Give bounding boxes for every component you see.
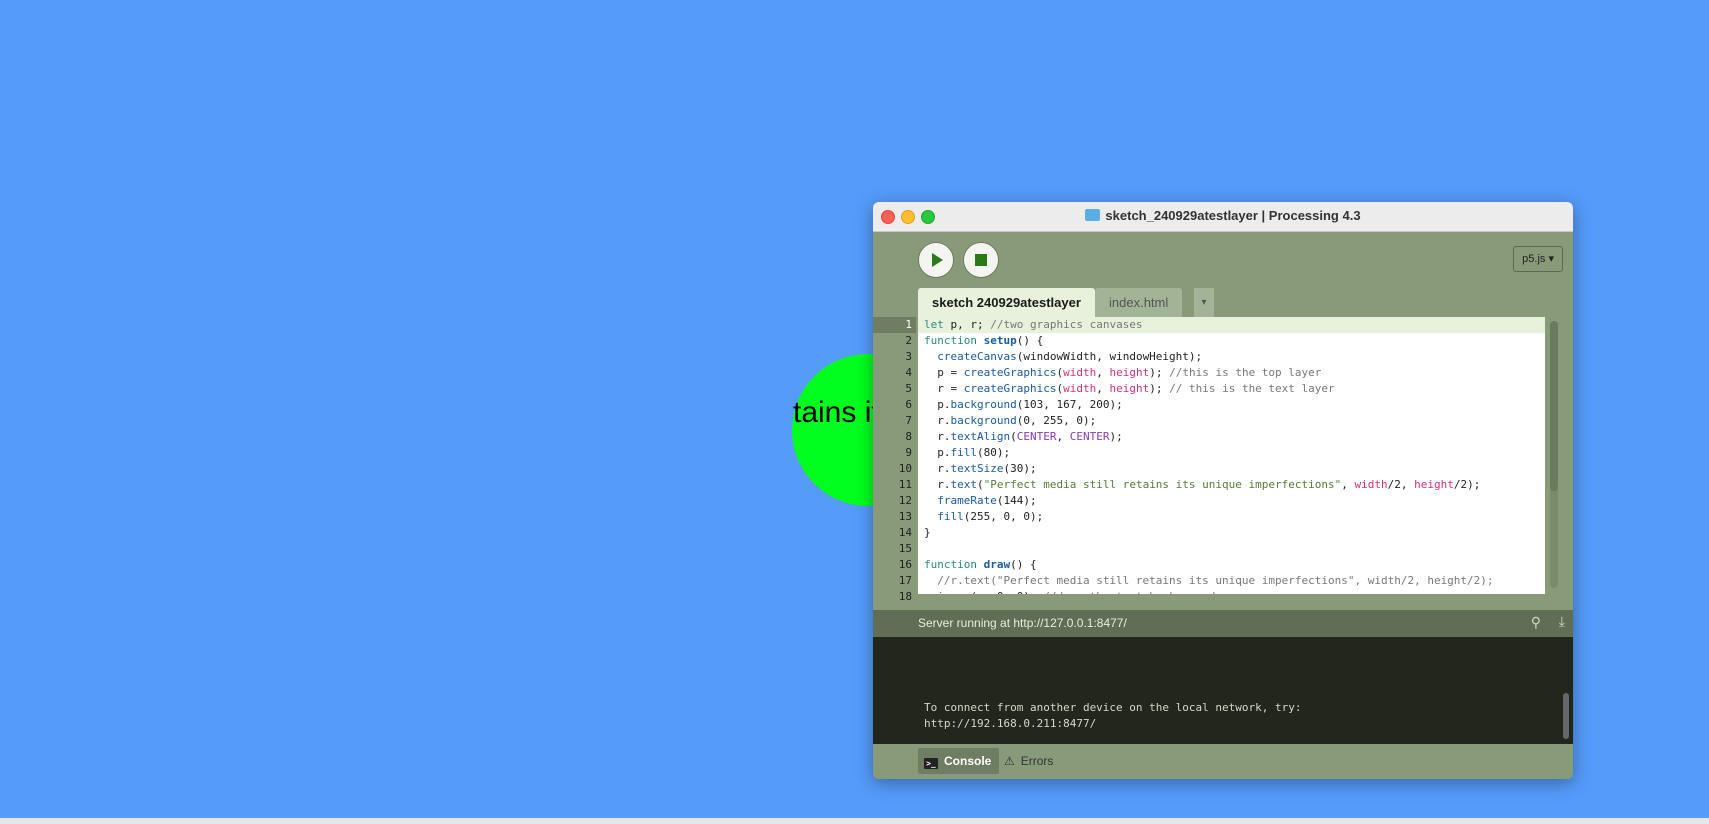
code-line[interactable]: r.background(0, 255, 0);: [918, 413, 1545, 429]
line-number: 7: [905, 414, 912, 427]
line-number: 17: [898, 574, 912, 587]
line-number: 16: [898, 558, 912, 571]
processing-window: sketch_240929atestlayer | Processing 4.3…: [873, 202, 1573, 779]
console-scrollbar[interactable]: [1563, 693, 1569, 739]
search-icon[interactable]: ⚲: [1531, 614, 1541, 631]
code-line[interactable]: }: [918, 525, 1545, 541]
bottom-strip: [0, 818, 1709, 824]
code-line[interactable]: function draw() {: [918, 557, 1545, 573]
code-text-area[interactable]: let p, r; //two graphics canvases functio…: [918, 317, 1545, 594]
editor-scrollbar[interactable]: [1550, 321, 1558, 588]
tab-index-html[interactable]: index.html: [1095, 288, 1183, 318]
code-line[interactable]: createCanvas(windowWidth, windowHeight);: [918, 349, 1545, 365]
line-number: 5: [905, 382, 912, 395]
terminal-icon: >_: [924, 758, 938, 769]
window-title: sketch_240929atestlayer | Processing 4.3: [873, 208, 1573, 223]
line-number: 11: [898, 478, 912, 491]
server-status: Server running at http://127.0.0.1:8477/: [918, 616, 1127, 630]
play-icon: [932, 253, 943, 267]
code-line[interactable]: [918, 541, 1545, 557]
errors-tab[interactable]: ⚠ Errors: [998, 748, 1061, 774]
code-line[interactable]: p = createGraphics(width, height); //thi…: [918, 365, 1545, 381]
footer-tabs: >_ Console ⚠ Errors: [873, 744, 1573, 779]
errors-tab-label: Errors: [1020, 754, 1054, 768]
code-line[interactable]: image(r, 0, 0); //draw the text backgrou…: [918, 589, 1545, 594]
title-bar[interactable]: sketch_240929atestlayer | Processing 4.3: [873, 202, 1573, 232]
code-editor[interactable]: 1 2 3 4 5 6 7 8 9 10 11 12 13 14 15 16 1…: [873, 317, 1573, 603]
line-number: 15: [898, 542, 912, 555]
tab-bar: sketch 240929atestlayer index.html ▾: [873, 284, 1573, 318]
line-number: 3: [905, 350, 912, 363]
line-number: 18: [898, 590, 912, 603]
status-bar: Server running at http://127.0.0.1:8477/…: [873, 610, 1573, 637]
code-line[interactable]: fill(255, 0, 0);: [918, 509, 1545, 525]
console-tab-label: Console: [944, 754, 992, 768]
line-number: 4: [905, 366, 912, 379]
line-number: 12: [898, 494, 912, 507]
code-line[interactable]: let p, r; //two graphics canvases: [918, 317, 1545, 333]
stop-icon: [975, 254, 987, 266]
line-number: 14: [898, 526, 912, 539]
tab-sketch[interactable]: sketch 240929atestlayer: [918, 288, 1095, 318]
line-number: 13: [898, 510, 912, 523]
line-number: 10: [898, 462, 912, 475]
code-line[interactable]: r = createGraphics(width, height); // th…: [918, 381, 1545, 397]
folder-icon: [1085, 209, 1101, 221]
run-button[interactable]: [918, 242, 954, 278]
warning-icon: ⚠: [1004, 754, 1015, 768]
line-number: 9: [905, 446, 912, 459]
mode-select[interactable]: p5.js ▾: [1513, 246, 1563, 272]
code-line[interactable]: r.textSize(30);: [918, 461, 1545, 477]
line-number: 6: [905, 398, 912, 411]
stop-button[interactable]: [963, 242, 999, 278]
code-line[interactable]: function setup() {: [918, 333, 1545, 349]
code-line[interactable]: //r.text("Perfect media still retains it…: [918, 573, 1545, 589]
editor-scroll-thumb[interactable]: [1550, 321, 1558, 491]
code-line[interactable]: frameRate(144);: [918, 493, 1545, 509]
download-icon[interactable]: ⤓: [1559, 613, 1565, 630]
toolbar: p5.js ▾: [873, 232, 1573, 284]
console-panel[interactable]: To connect from another device on the lo…: [873, 637, 1573, 744]
line-number: 2: [905, 334, 912, 347]
line-number: 1: [873, 317, 916, 333]
console-output: To connect from another device on the lo…: [924, 701, 1302, 730]
code-line[interactable]: p.fill(80);: [918, 445, 1545, 461]
line-number: 8: [905, 430, 912, 443]
code-line[interactable]: r.textAlign(CENTER, CENTER);: [918, 429, 1545, 445]
window-title-text: sketch_240929atestlayer | Processing 4.3: [1105, 208, 1361, 223]
line-number-gutter: 1 2 3 4 5 6 7 8 9 10 11 12 13 14 15 16 1…: [873, 317, 916, 603]
code-line[interactable]: p.background(103, 167, 200);: [918, 397, 1545, 413]
tab-menu-button[interactable]: ▾: [1193, 288, 1214, 318]
code-line[interactable]: r.text("Perfect media still retains its …: [918, 477, 1545, 493]
console-tab[interactable]: >_ Console: [918, 748, 1000, 774]
